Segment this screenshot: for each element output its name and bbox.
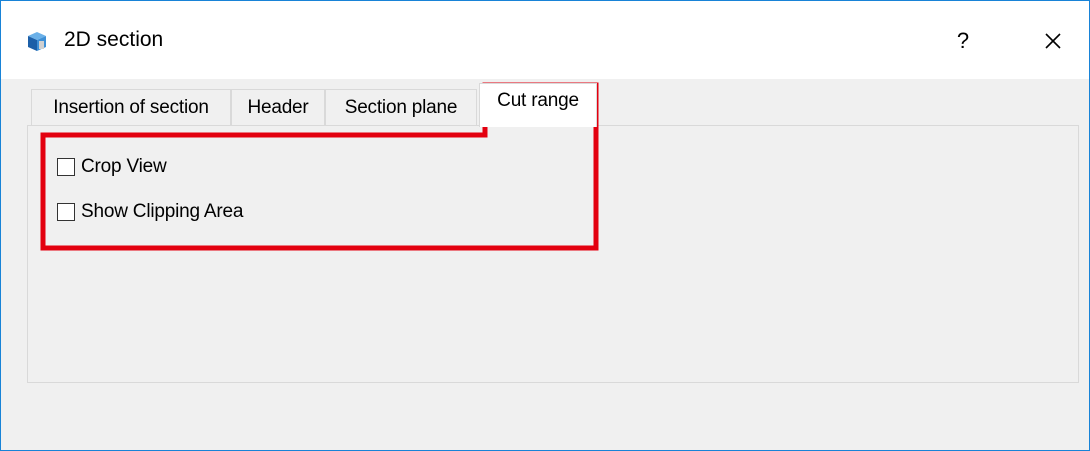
crop-view-checkbox[interactable] (57, 158, 75, 176)
tab-header[interactable]: Header (231, 89, 325, 125)
cut-range-panel (27, 125, 1079, 383)
window-title: 2D section (64, 28, 164, 51)
show-clipping-area-label[interactable]: Show Clipping Area (81, 201, 243, 223)
title-bar[interactable]: 2D section ? (1, 1, 1089, 79)
tab-label: Insertion of section (53, 96, 209, 118)
tab-section-plane[interactable]: Section plane (325, 89, 477, 125)
close-icon (1045, 33, 1061, 49)
show-clipping-area-checkbox[interactable] (57, 203, 75, 221)
close-button[interactable] (1031, 19, 1075, 63)
crop-view-label[interactable]: Crop View (81, 156, 167, 178)
tab-cut-range[interactable]: Cut range (479, 83, 597, 127)
crop-view-option[interactable]: Crop View (57, 155, 167, 179)
tab-label: Header (247, 96, 309, 118)
tab-insertion-of-section[interactable]: Insertion of section (31, 89, 231, 125)
show-clipping-area-option[interactable]: Show Clipping Area (57, 200, 243, 224)
tab-label: Cut range (497, 90, 579, 111)
help-button[interactable]: ? (941, 19, 985, 63)
section-app-icon (28, 32, 46, 51)
tab-label: Section plane (344, 96, 458, 118)
dialog-window: 2D section ? Insertion of section Header… (0, 0, 1090, 451)
